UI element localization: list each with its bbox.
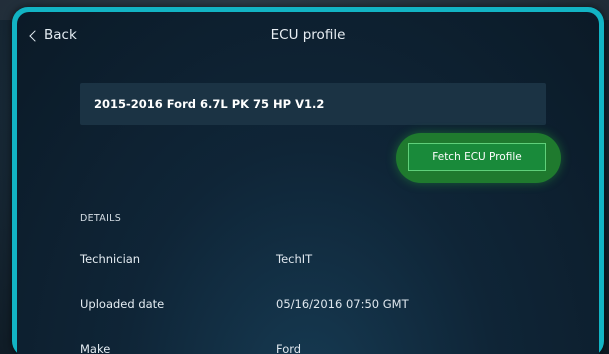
detail-label: Technician bbox=[80, 252, 141, 266]
device-frame: Back ECU profile 2015-2016 Ford 6.7L PK … bbox=[12, 7, 604, 354]
top-bar: Back ECU profile bbox=[17, 12, 599, 58]
page-title: ECU profile bbox=[270, 27, 346, 43]
details-section-label: DETAILS bbox=[80, 213, 122, 224]
detail-row-technician: Technician TechIT bbox=[80, 252, 579, 272]
detail-value: Ford bbox=[276, 342, 302, 354]
detail-value: 05/16/2016 07:50 GMT bbox=[276, 297, 409, 311]
detail-row-uploaded-date: Uploaded date 05/16/2016 07:50 GMT bbox=[80, 297, 579, 317]
detail-label: Make bbox=[80, 342, 111, 354]
detail-row-make: Make Ford bbox=[80, 342, 579, 354]
fetch-ecu-profile-button[interactable]: Fetch ECU Profile bbox=[408, 143, 546, 171]
profile-name-text: 2015-2016 Ford 6.7L PK 75 HP V1.2 bbox=[94, 97, 325, 111]
profile-name-field: 2015-2016 Ford 6.7L PK 75 HP V1.2 bbox=[80, 83, 546, 125]
detail-value: TechIT bbox=[276, 252, 313, 266]
detail-label: Uploaded date bbox=[80, 297, 165, 311]
app-screen: Back ECU profile 2015-2016 Ford 6.7L PK … bbox=[17, 12, 599, 354]
